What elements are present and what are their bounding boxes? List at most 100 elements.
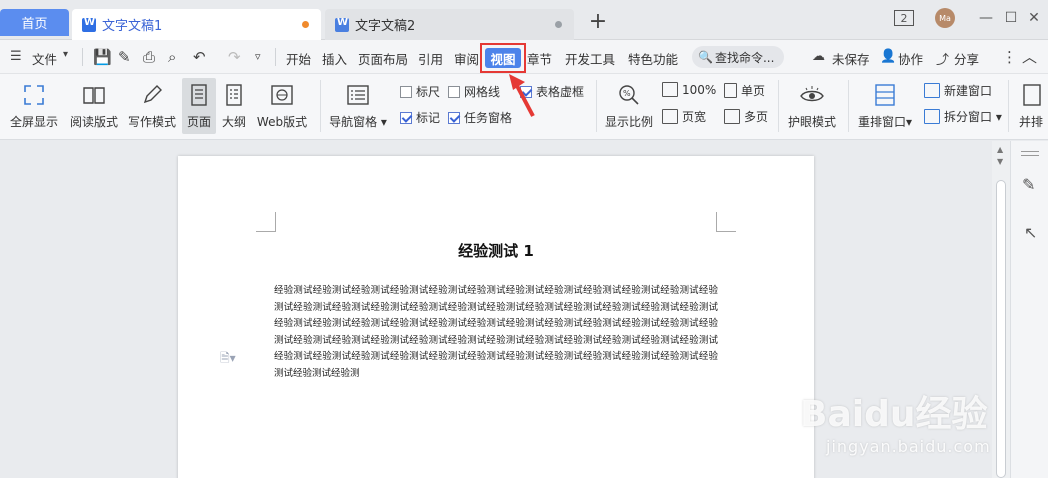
document-body-text[interactable]: 经验测试经验测试经验测试经验测试经验测试经验测试经验测试经验测试经验测试经验测试…: [274, 283, 718, 383]
tab-home[interactable]: 首页: [0, 9, 69, 36]
menu-special[interactable]: 特色功能: [628, 49, 678, 68]
rearrange-windows-button[interactable]: 重排窗口▾: [854, 78, 916, 134]
document-title[interactable]: 经验测试 1: [178, 240, 814, 261]
chevron-down-icon[interactable]: ▾: [63, 49, 68, 60]
cloud-icon: ☁: [812, 49, 825, 64]
scroll-page-up-icon[interactable]: ▼: [997, 157, 1003, 166]
menu-insert[interactable]: 插入: [322, 49, 347, 68]
pen-tool-icon[interactable]: ✎: [1022, 175, 1035, 194]
page-icon: [186, 82, 212, 108]
navigation-list-icon: [345, 82, 371, 108]
collapse-ribbon-icon[interactable]: ︿: [1022, 46, 1037, 67]
search-input[interactable]: 🔍 查找命令...: [692, 46, 784, 68]
file-menu[interactable]: 文件: [32, 49, 57, 68]
divider: [778, 80, 779, 132]
outline-view-button[interactable]: 大纲: [218, 78, 250, 134]
divider: [848, 80, 849, 132]
divider: [596, 80, 597, 132]
tab-bar: 首页 文字文稿1 文字文稿2 + 2 Ma — ☐ ✕: [0, 0, 1048, 40]
marks-checkbox[interactable]: 标记: [400, 109, 440, 126]
page-width-icon: [662, 109, 678, 124]
tab-label: 文字文稿2: [355, 19, 416, 34]
fullscreen-button[interactable]: 全屏显示: [6, 78, 62, 134]
scrollbar-thumb[interactable]: [996, 180, 1006, 478]
document-page[interactable]: 经验测试 1 经验测试经验测试经验测试经验测试经验测试经验测试经验测试经验测试经…: [178, 156, 814, 478]
undo-icon[interactable]: ↶: [193, 48, 206, 66]
format-painter-icon[interactable]: ✎: [118, 48, 131, 66]
split-window-button[interactable]: 拆分窗口 ▾: [924, 108, 1002, 125]
writer-doc-icon: [335, 17, 349, 32]
divider: [1008, 80, 1009, 132]
new-window-button[interactable]: 新建窗口: [924, 82, 992, 99]
print-icon[interactable]: ⎙: [143, 48, 155, 66]
windows-stack-icon: [872, 82, 898, 108]
minimize-icon[interactable]: —: [978, 8, 994, 28]
more-dropdown-icon[interactable]: ▿: [255, 50, 261, 63]
zoom-button[interactable]: % 显示比例: [602, 78, 656, 134]
menu-chapter[interactable]: 章节: [527, 49, 552, 68]
zoom-100-button[interactable]: 100%: [662, 82, 716, 97]
margin-corner-mark: [716, 212, 736, 232]
right-side-panel: ✎ ↖: [1010, 141, 1048, 478]
menu-review[interactable]: 审阅: [454, 49, 479, 68]
split-window-icon: [924, 109, 940, 124]
divider: [275, 48, 276, 66]
eye-icon: [799, 82, 825, 108]
search-icon: 🔍: [698, 50, 713, 64]
multi-page-button[interactable]: 多页: [724, 108, 768, 125]
avatar[interactable]: Ma: [935, 8, 955, 28]
hamburger-icon[interactable]: ☰: [10, 49, 22, 64]
single-page-button[interactable]: 单页: [724, 82, 765, 99]
side-by-side-button[interactable]: 并排: [1014, 78, 1048, 134]
writing-mode-button[interactable]: 写作模式: [126, 78, 178, 134]
share-button[interactable]: 分享: [954, 49, 979, 68]
task-pane-checkbox[interactable]: 任务窗格: [448, 109, 512, 126]
unsaved-dot-icon: [302, 21, 309, 28]
writer-doc-icon: [82, 17, 96, 32]
save-icon[interactable]: 💾: [93, 48, 112, 66]
tab-dot-icon: [555, 21, 562, 28]
reading-layout-button[interactable]: 阅读版式: [66, 78, 122, 134]
redo-icon[interactable]: ↷: [228, 48, 241, 66]
close-icon[interactable]: ✕: [1026, 8, 1042, 28]
window-count-badge[interactable]: 2: [894, 10, 914, 26]
fullscreen-icon: [21, 82, 47, 108]
navigation-pane-button[interactable]: 导航窗格 ▾: [328, 78, 388, 134]
tab-document-2[interactable]: 文字文稿2: [325, 9, 574, 40]
collaborate-button[interactable]: 协作: [898, 49, 923, 68]
gridlines-checkbox[interactable]: 网格线: [448, 83, 500, 100]
share-icon: ⤴: [936, 53, 950, 68]
tab-document-1[interactable]: 文字文稿1: [72, 9, 321, 40]
baidu-watermark: Baidu经验: [800, 394, 988, 435]
more-options-icon[interactable]: ⋮: [1002, 48, 1017, 66]
menu-references[interactable]: 引用: [418, 49, 443, 68]
unsaved-status[interactable]: 未保存: [832, 49, 870, 68]
margin-corner-mark: [256, 212, 276, 232]
cursor-select-icon[interactable]: ↖: [1024, 223, 1037, 242]
eye-care-mode-button[interactable]: 护眼模式: [784, 78, 840, 134]
print-preview-icon[interactable]: ⌕: [168, 48, 176, 66]
zoom-magnifier-icon: %: [616, 82, 642, 108]
ruler-checkbox[interactable]: 标尺: [400, 83, 440, 100]
maximize-icon[interactable]: ☐: [1003, 8, 1019, 28]
book-icon: [81, 82, 107, 108]
divider: [320, 80, 321, 132]
single-page-icon: [724, 83, 737, 98]
tab-label: 文字文稿1: [102, 19, 163, 34]
page-width-button[interactable]: 页宽: [662, 108, 706, 125]
view-tab-highlight-box: [480, 43, 526, 73]
page-view-button[interactable]: 页面: [182, 78, 216, 134]
paragraph-options-icon[interactable]: 🗎▾: [220, 349, 236, 370]
user-icon: 👤: [880, 49, 897, 64]
web-layout-button[interactable]: Web版式: [254, 78, 310, 134]
panel-grip: [1021, 151, 1039, 152]
menu-page-layout[interactable]: 页面布局: [358, 49, 408, 68]
menu-developer[interactable]: 开发工具: [565, 49, 615, 68]
new-window-icon: [924, 83, 940, 98]
side-by-side-icon: [1018, 82, 1044, 108]
new-tab-plus-icon[interactable]: +: [588, 11, 608, 33]
scroll-up-icon[interactable]: ▲: [997, 145, 1003, 154]
panel-grip: [1021, 155, 1039, 156]
menu-home[interactable]: 开始: [286, 49, 311, 68]
pen-icon: [139, 82, 165, 108]
